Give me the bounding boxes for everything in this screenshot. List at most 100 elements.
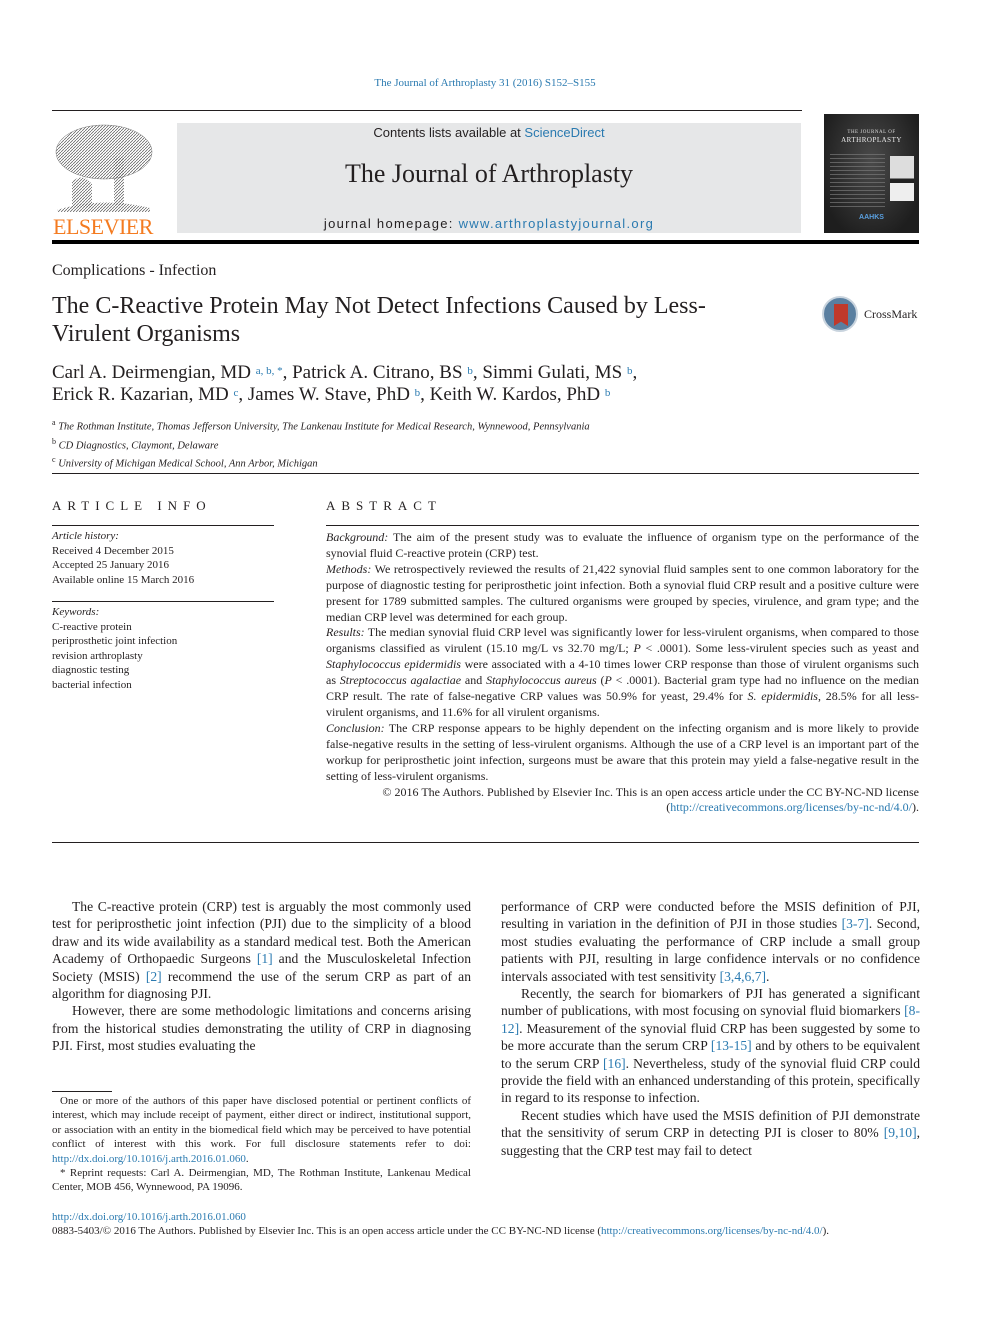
species: Staphylococcus aureus bbox=[486, 673, 597, 688]
homepage-line: journal homepage: www.arthroplastyjourna… bbox=[177, 216, 801, 231]
affiliation-item: c University of Michigan Medical School,… bbox=[52, 453, 852, 472]
affiliation-link[interactable]: b bbox=[467, 365, 473, 377]
affiliation-text: The Rothman Institute, Thomas Jefferson … bbox=[58, 421, 590, 433]
divider bbox=[52, 1091, 112, 1092]
history-item: Accepted 25 January 2016 bbox=[52, 559, 169, 571]
text: . bbox=[245, 1152, 249, 1165]
text: Recent studies which have used the MSIS … bbox=[501, 1107, 920, 1141]
divider bbox=[52, 601, 274, 602]
affiliation-key: a bbox=[52, 418, 56, 427]
citation-link[interactable]: [13-15] bbox=[711, 1038, 752, 1053]
keywords-label: Keywords: bbox=[52, 606, 100, 618]
author-name: Keith W. Kardos, PhD bbox=[429, 384, 601, 405]
keyword: diagnostic testing bbox=[52, 664, 130, 676]
text: 0883-5403/© 2016 The Authors. Published … bbox=[52, 1225, 601, 1237]
body-paragraph: The C-reactive protein (CRP) test is arg… bbox=[52, 898, 471, 1002]
section-label: Background: bbox=[326, 530, 389, 544]
affiliation-link[interactable]: b bbox=[627, 365, 633, 377]
text: P bbox=[604, 673, 612, 688]
author-name: James W. Stave, PhD bbox=[247, 384, 410, 405]
cover-image bbox=[890, 156, 914, 201]
text: One or more of the authors of this paper… bbox=[52, 1095, 471, 1151]
author-name: Carl A. Deirmengian, MD bbox=[52, 362, 251, 383]
divider bbox=[52, 110, 802, 111]
author-name: Simmi Gulati, MS bbox=[482, 362, 623, 383]
citation-link[interactable]: [16] bbox=[603, 1056, 626, 1071]
author-name: Erick R. Kazarian, MD bbox=[52, 384, 229, 405]
affiliation-link[interactable]: b bbox=[415, 387, 421, 399]
crossmark-icon bbox=[822, 296, 858, 332]
section-label: Conclusion: bbox=[326, 720, 385, 735]
cover-society-logo: AAHKS bbox=[859, 214, 884, 221]
crossmark-badge[interactable]: CrossMark bbox=[822, 296, 922, 336]
abstract-conclusion: Conclusion: The CRP response appears to … bbox=[326, 721, 919, 785]
journal-masthead: Contents lists available at ScienceDirec… bbox=[177, 123, 801, 233]
abstract-heading: ABSTRACT bbox=[326, 498, 442, 513]
affiliation-item: b CD Diagnostics, Claymont, Delaware bbox=[52, 435, 852, 454]
section-label: Results: bbox=[326, 625, 365, 640]
affiliation-link[interactable]: b bbox=[605, 387, 611, 399]
text: Recently, the search for biomarkers of P… bbox=[501, 986, 920, 1019]
body-paragraph: Recently, the search for biomarkers of P… bbox=[501, 985, 920, 1107]
text: and bbox=[461, 673, 487, 688]
keyword: periprosthetic joint infection bbox=[52, 635, 178, 647]
elsevier-logo[interactable]: ELSEVIER bbox=[52, 122, 154, 239]
publisher-wordmark: ELSEVIER bbox=[53, 214, 153, 239]
crossmark-label: CrossMark bbox=[864, 307, 918, 321]
keywords: Keywords: C-reactive protein periprosthe… bbox=[52, 605, 274, 692]
keyword: C-reactive protein bbox=[52, 620, 132, 633]
text: < .0001). Some less-virulent species suc… bbox=[640, 641, 919, 656]
cover-line2: ARTHROPLASTY bbox=[841, 136, 902, 144]
cover-text-block bbox=[830, 154, 885, 209]
running-head[interactable]: The Journal of Arthroplasty 31 (2016) S1… bbox=[0, 77, 970, 89]
divider bbox=[52, 525, 274, 526]
affiliation-key: c bbox=[52, 455, 56, 464]
affiliation-text: University of Michigan Medical School, A… bbox=[58, 458, 318, 470]
text: ). bbox=[822, 1225, 830, 1237]
citation-link[interactable]: [2] bbox=[146, 969, 162, 984]
journal-cover-thumbnail[interactable]: THE JOURNAL OF ARTHROPLASTY AAHKS bbox=[824, 114, 919, 233]
text: ( bbox=[596, 673, 605, 688]
paragraph-text: The aim of the present study was to eval… bbox=[326, 530, 919, 560]
license-link[interactable]: http://creativecommons.org/licenses/by-n… bbox=[601, 1225, 823, 1237]
journal-title: The Journal of Arthroplasty bbox=[344, 159, 634, 188]
text: . bbox=[766, 968, 770, 984]
affiliation-key: b bbox=[52, 436, 56, 446]
homepage-link[interactable]: www.arthroplastyjournal.org bbox=[459, 216, 655, 231]
doi-link[interactable]: http://dx.doi.org/10.1016/j.arth.2016.01… bbox=[52, 1211, 246, 1223]
abstract-methods: Methods: We retrospectively reviewed the… bbox=[326, 562, 919, 626]
reprint-footnote: * Reprint requests: Carl A. Deirmengian,… bbox=[52, 1167, 471, 1194]
citation-link[interactable]: [1] bbox=[257, 951, 273, 966]
citation-link[interactable]: [9,10] bbox=[884, 1125, 917, 1140]
body-column-left: The C-reactive protein (CRP) test is arg… bbox=[52, 898, 471, 1055]
section-label: Methods: bbox=[326, 561, 372, 576]
author-list: Carl A. Deirmengian, MD a, b, *, Patrick… bbox=[52, 362, 638, 405]
divider bbox=[52, 473, 919, 474]
paragraph-text: We retrospectively reviewed the results … bbox=[326, 561, 919, 624]
article-title: The C-Reactive Protein May Not Detect In… bbox=[52, 293, 706, 347]
article-history: Article history: Received 4 December 201… bbox=[52, 529, 274, 587]
history-item: Received 4 December 2015 bbox=[52, 544, 174, 557]
affiliation-item: a The Rothman Institute, Thomas Jefferso… bbox=[52, 416, 852, 435]
text: However, there are some methodologic lim… bbox=[52, 1003, 471, 1054]
abstract-background: Background: The aim of the present study… bbox=[326, 530, 919, 562]
license-link[interactable]: http://creativecommons.org/licenses/by-n… bbox=[670, 800, 912, 814]
article-info-heading: ARTICLE INFO bbox=[52, 498, 212, 513]
citation-link[interactable]: [3-7] bbox=[842, 916, 869, 931]
doi-link[interactable]: http://dx.doi.org/10.1016/j.arth.2016.01… bbox=[52, 1153, 246, 1165]
citation-link[interactable]: [3,4,6,7] bbox=[720, 969, 766, 984]
ribbon-icon bbox=[834, 304, 848, 326]
affiliations: a The Rothman Institute, Thomas Jefferso… bbox=[52, 416, 852, 472]
keyword: bacterial infection bbox=[52, 678, 132, 691]
affiliation-text: CD Diagnostics, Claymont, Delaware bbox=[58, 440, 219, 451]
divider bbox=[326, 525, 919, 526]
cover-line1: THE JOURNAL OF bbox=[847, 130, 896, 135]
tree-icon bbox=[55, 124, 153, 212]
coi-footnote: One or more of the authors of this paper… bbox=[52, 1094, 471, 1166]
sciencedirect-link[interactable]: ScienceDirect bbox=[524, 125, 604, 140]
affiliation-link[interactable]: a, b, * bbox=[256, 365, 283, 377]
text: ). bbox=[912, 800, 919, 815]
species: S. epidermidis bbox=[747, 689, 818, 704]
affiliation-link[interactable]: c bbox=[234, 387, 239, 399]
history-label: Article history: bbox=[52, 530, 119, 542]
